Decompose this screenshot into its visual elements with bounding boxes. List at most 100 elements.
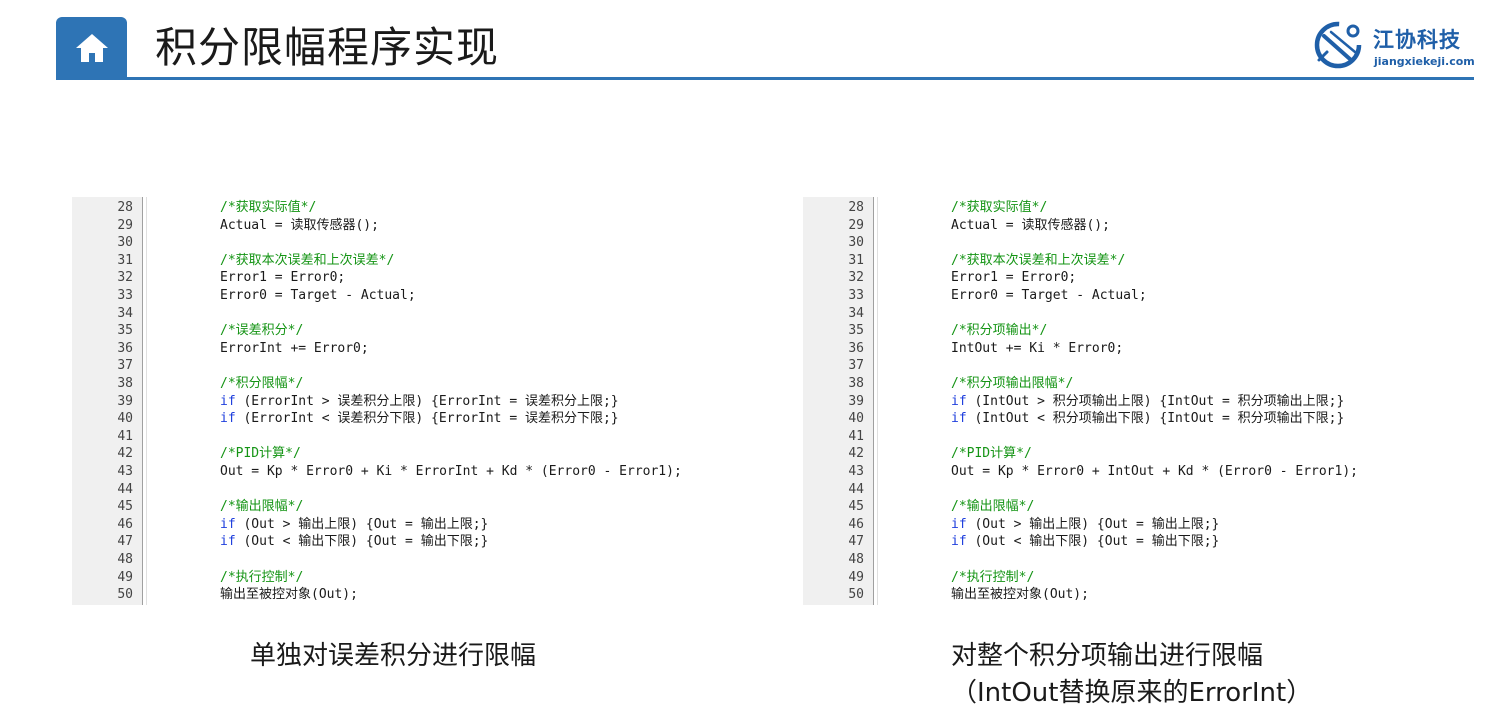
code-keyword: if bbox=[951, 411, 967, 427]
code-line: 38 /*积分限幅*/ bbox=[72, 375, 759, 393]
line-number: 39 bbox=[117, 393, 133, 409]
code-text: (ErrorInt > 误差积分上限) {ErrorInt = 误差积分上限;} bbox=[235, 393, 619, 409]
line-number: 28 bbox=[117, 200, 133, 215]
code-comment: /*输出限幅*/ bbox=[951, 499, 1035, 515]
code-text: Error1 = Error0; bbox=[220, 270, 346, 286]
code-line: 30 bbox=[72, 234, 759, 252]
line-number: 42 bbox=[117, 446, 133, 462]
code-comment: /*积分项输出限幅*/ bbox=[951, 376, 1074, 391]
home-button[interactable] bbox=[56, 17, 127, 80]
code-text: if (Out > 输出上限) {Out = 输出上限;} bbox=[951, 516, 1219, 534]
line-number: 37 bbox=[117, 358, 133, 374]
code-text: (Out > 输出上限) {Out = 输出上限;} bbox=[235, 516, 489, 532]
code-line: 31 /*获取本次误差和上次误差*/ bbox=[72, 252, 759, 270]
line-number: 47 bbox=[848, 534, 864, 550]
caption-left: 单独对误差积分进行限幅 bbox=[250, 641, 537, 671]
line-number: 46 bbox=[848, 516, 864, 532]
page-title: 积分限幅程序实现 bbox=[155, 23, 500, 72]
code-line: 45 /*输出限幅*/ bbox=[803, 498, 1458, 516]
code-text: if (Out < 输出下限) {Out = 输出下限;} bbox=[220, 533, 488, 551]
code-line: 42 /*PID计算*/ bbox=[72, 445, 759, 463]
code-comment: /*积分项输出*/ bbox=[951, 323, 1048, 339]
line-number: 49 bbox=[848, 569, 864, 585]
code-line: 42 /*PID计算*/ bbox=[803, 445, 1458, 463]
line-number: 32 bbox=[848, 270, 864, 286]
code-line: 39 if (IntOut > 积分项输出上限) {IntOut = 积分项输出上… bbox=[803, 393, 1458, 411]
line-number: 48 bbox=[117, 552, 133, 567]
code-line: 32 Error1 = Error0; bbox=[72, 269, 759, 287]
code-line: 34 bbox=[72, 305, 759, 323]
line-number: 36 bbox=[848, 340, 864, 356]
line-number: 47 bbox=[117, 534, 133, 550]
line-number: 36 bbox=[117, 340, 133, 356]
line-number: 49 bbox=[117, 569, 133, 585]
code-line: 43 Out = Kp * Error0 + Ki * ErrorInt + Kd… bbox=[72, 463, 759, 481]
line-number: 48 bbox=[848, 552, 864, 567]
code-line: 41 bbox=[72, 428, 759, 446]
line-number: 50 bbox=[117, 587, 133, 603]
code-line: 40 if (IntOut < 积分项输出下限) {IntOut = 积分项输出下… bbox=[803, 410, 1458, 428]
code-line: 39 if (ErrorInt > 误差积分上限) {ErrorInt = 误差积… bbox=[72, 393, 759, 411]
code-text: (Out < 输出下限) {Out = 输出下限;} bbox=[966, 534, 1220, 550]
code-line: 40 if (ErrorInt < 误差积分下限) {ErrorInt = 误差积… bbox=[72, 410, 759, 428]
code-line: 48 bbox=[803, 551, 1458, 569]
line-number: 35 bbox=[117, 323, 133, 339]
code-line: 34 bbox=[803, 305, 1458, 323]
code-comment: /*获取实际值*/ bbox=[220, 200, 317, 215]
code-line: 50 输出至被控对象(Out); bbox=[803, 586, 1458, 604]
line-number: 43 bbox=[117, 464, 133, 479]
code-text: (IntOut < 积分项输出下限) {IntOut = 积分项输出下限;} bbox=[966, 411, 1345, 427]
brand-logo-icon bbox=[1314, 21, 1362, 69]
code-keyword: if bbox=[220, 411, 236, 427]
code-line: 37 bbox=[803, 357, 1458, 375]
line-number: 30 bbox=[117, 235, 133, 251]
code-text: Error0 = Target - Actual; bbox=[220, 288, 416, 303]
title-divider bbox=[56, 77, 1474, 80]
code-keyword: if bbox=[951, 516, 967, 532]
code-text: Error1 = Error0; bbox=[951, 270, 1077, 286]
code-text: 输出至被控对象(Out); bbox=[220, 587, 358, 603]
code-text: ErrorInt += Error0; bbox=[220, 340, 369, 356]
line-number: 32 bbox=[117, 270, 133, 286]
brand-url: jiangxiekeji.com bbox=[1374, 55, 1475, 68]
line-number: 43 bbox=[848, 464, 864, 479]
code-text: if (Out < 输出下限) {Out = 输出下限;} bbox=[951, 533, 1219, 551]
code-line: 41 bbox=[803, 428, 1458, 446]
code-text: Out = Kp * Error0 + Ki * ErrorInt + Kd *… bbox=[220, 464, 682, 479]
code-line: 43 Out = Kp * Error0 + IntOut + Kd * (Err… bbox=[803, 463, 1458, 481]
line-number: 33 bbox=[848, 288, 864, 303]
code-text: Actual = 读取传感器(); bbox=[951, 217, 1110, 233]
line-number: 28 bbox=[848, 200, 864, 215]
line-number: 45 bbox=[117, 499, 133, 515]
code-text: (Out > 输出上限) {Out = 输出上限;} bbox=[966, 516, 1220, 532]
code-line: 30 bbox=[803, 234, 1458, 252]
code-line: 33 Error0 = Target - Actual; bbox=[803, 287, 1458, 305]
line-number: 38 bbox=[848, 376, 864, 391]
line-number: 33 bbox=[117, 288, 133, 303]
brand-name: 江协科技 bbox=[1373, 28, 1461, 52]
code-comment: /*执行控制*/ bbox=[951, 569, 1035, 585]
line-number: 34 bbox=[848, 305, 864, 321]
line-number: 44 bbox=[848, 481, 864, 497]
home-icon bbox=[76, 34, 108, 62]
code-line: 38 /*积分项输出限幅*/ bbox=[803, 375, 1458, 393]
caption-right-line2: （IntOut替换原来的ErrorInt） bbox=[951, 678, 1313, 708]
line-number: 41 bbox=[848, 428, 864, 444]
line-number: 30 bbox=[848, 235, 864, 251]
line-number: 31 bbox=[848, 252, 864, 268]
line-number: 50 bbox=[848, 587, 864, 603]
code-comment: /*获取本次误差和上次误差*/ bbox=[951, 252, 1126, 268]
code-line: 35 /*积分项输出*/ bbox=[803, 322, 1458, 340]
code-keyword: if bbox=[220, 534, 236, 550]
code-line: 32 Error1 = Error0; bbox=[803, 269, 1458, 287]
code-line: 47 if (Out < 输出下限) {Out = 输出下限;} bbox=[803, 533, 1458, 551]
code-text: Out = Kp * Error0 + IntOut + Kd * (Error… bbox=[951, 464, 1358, 479]
caption-right-line1: 对整个积分项输出进行限幅 bbox=[951, 641, 1264, 671]
code-comment: /*误差积分*/ bbox=[220, 323, 304, 339]
code-line: 46 if (Out > 输出上限) {Out = 输出上限;} bbox=[803, 516, 1458, 534]
line-number: 41 bbox=[117, 428, 133, 444]
code-line: 46 if (Out > 输出上限) {Out = 输出上限;} bbox=[72, 516, 759, 534]
code-line: 50 输出至被控对象(Out); bbox=[72, 586, 759, 604]
code-comment: /*输出限幅*/ bbox=[220, 499, 304, 515]
code-line: 37 bbox=[72, 357, 759, 375]
